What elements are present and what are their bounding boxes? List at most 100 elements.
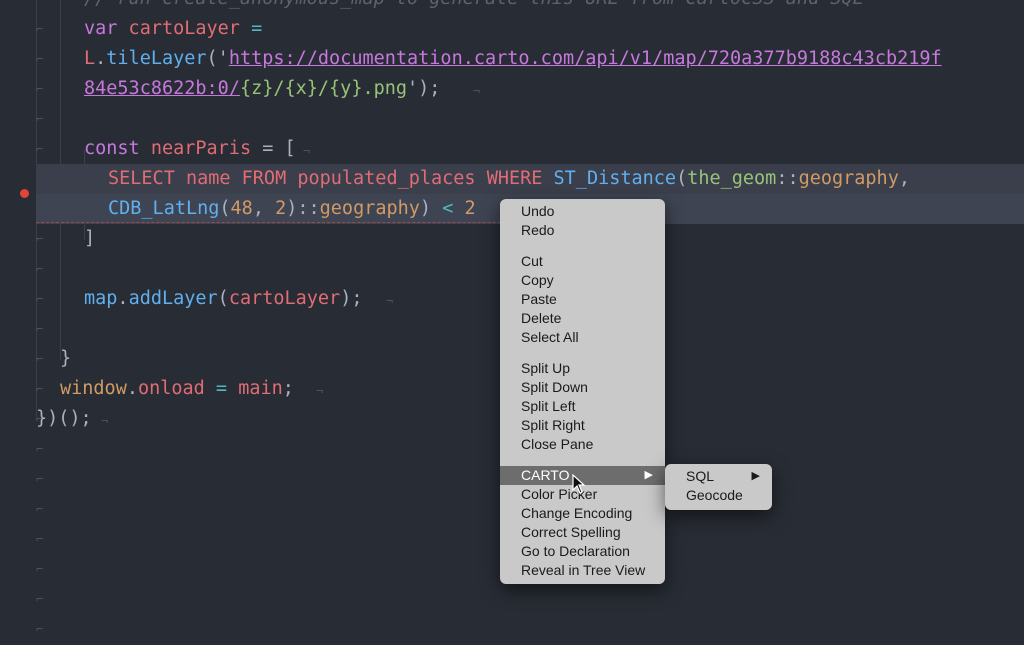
menu-item-cut[interactable]: Cut	[500, 252, 665, 271]
menu-item-change-encoding[interactable]: Change Encoding	[500, 504, 665, 523]
code-token: (	[676, 168, 688, 189]
menu-item-close-pane[interactable]: Close Pane	[500, 435, 665, 454]
code-token: tileLayer	[106, 48, 207, 69]
fold-mark-icon: ⌐	[36, 622, 44, 636]
menu-separator	[500, 347, 665, 359]
code-text: const nearParis = [	[84, 134, 296, 164]
menu-item-label: Delete	[521, 310, 562, 326]
code-token: )	[419, 198, 443, 219]
menu-item-split-right[interactable]: Split Right	[500, 416, 665, 435]
eol-mark-icon: ¬	[101, 414, 109, 428]
code-token: map	[84, 288, 118, 309]
code-token: https://documentation.carto.com/api/v1/m…	[228, 48, 942, 69]
menu-item-label: Paste	[521, 291, 557, 307]
menu-item-undo[interactable]: Undo	[500, 202, 665, 221]
code-token: );	[340, 288, 363, 309]
menu-item-paste[interactable]: Paste	[500, 290, 665, 309]
menu-item-label: Close Pane	[521, 436, 594, 452]
code-token: .	[95, 48, 107, 69]
menu-item-split-down[interactable]: Split Down	[500, 378, 665, 397]
menu-item-split-left[interactable]: Split Left	[500, 397, 665, 416]
menu-item-label: Copy	[521, 272, 554, 288]
code-line[interactable]	[0, 104, 1024, 134]
code-token: nearParis	[139, 138, 263, 159]
eol-mark-icon: ¬	[303, 144, 311, 158]
code-token: onload	[137, 378, 205, 399]
code-text: CDB_LatLng(48, 2)::geography) < 2	[108, 194, 476, 224]
menu-item-label: SQL	[686, 468, 715, 484]
code-token: ::	[776, 168, 799, 189]
code-token: main	[238, 378, 283, 399]
menu-item-label: Split Up	[521, 360, 571, 376]
menu-item-label: Go to Declaration	[521, 543, 630, 559]
menu-item-label: CARTO	[521, 467, 570, 483]
menu-item-redo[interactable]: Redo	[500, 221, 665, 240]
code-token: })();	[36, 408, 92, 429]
menu-item-label: Reveal in Tree View	[521, 562, 646, 578]
menu-separator	[500, 454, 665, 466]
code-token: the_geom	[687, 168, 777, 189]
fold-mark-icon: ⌐	[36, 442, 44, 456]
error-marker-icon[interactable]	[20, 189, 29, 198]
menu-item-label: Split Down	[521, 379, 588, 395]
menu-item-label: Split Right	[521, 417, 585, 433]
code-text: SELECT name FROM populated_places WHERE …	[108, 164, 910, 194]
code-text: }	[60, 344, 71, 374]
menu-item-delete[interactable]: Delete	[500, 309, 665, 328]
code-line[interactable]: L.tileLayer('https://documentation.carto…	[0, 44, 1024, 74]
code-token: CDB_LatLng	[108, 198, 220, 219]
menu-item-reveal-in-tree-view[interactable]: Reveal in Tree View	[500, 561, 665, 580]
code-token: // run create_anonymous_map to generate …	[84, 0, 864, 9]
code-line[interactable]: // run create_anonymous_map to generate …	[0, 0, 1024, 14]
code-text: map.addLayer(cartoLayer);	[84, 284, 362, 314]
code-token: addLayer	[128, 288, 218, 309]
code-token: SELECT name FROM populated_places WHERE	[108, 168, 554, 189]
menu-item-label: Geocode	[686, 487, 743, 503]
carto-submenu: SQL ▶ Geocode	[665, 464, 772, 510]
menu-item-correct-spelling[interactable]: Correct Spelling	[500, 523, 665, 542]
code-token: (	[219, 198, 231, 219]
code-text: // run create_anonymous_map to generate …	[84, 0, 864, 14]
code-token: (	[217, 288, 229, 309]
code-line[interactable]: var cartoLayer =	[0, 14, 1024, 44]
menu-item-label: Select All	[521, 329, 579, 345]
menu-item-select-all[interactable]: Select All	[500, 328, 665, 347]
menu-item-go-to-declaration[interactable]: Go to Declaration	[500, 542, 665, 561]
code-token: =	[204, 378, 239, 399]
fold-mark-icon: ⌐	[36, 532, 44, 546]
code-token: geography	[798, 168, 899, 189]
code-token: 48	[230, 198, 253, 219]
code-line[interactable]: SELECT name FROM populated_places WHERE …	[36, 164, 1024, 194]
submenu-item-sql[interactable]: SQL ▶	[665, 467, 772, 486]
code-token: cartoLayer	[228, 288, 341, 309]
menu-item-label: Redo	[521, 222, 555, 238]
menu-item-label: Correct Spelling	[521, 524, 621, 540]
mouse-pointer-icon	[572, 474, 586, 494]
menu-separator	[500, 240, 665, 252]
code-token: .	[117, 288, 129, 309]
code-token: =	[251, 18, 263, 39]
code-token: L	[84, 48, 96, 69]
code-token: ,	[898, 168, 910, 189]
menu-item-copy[interactable]: Copy	[500, 271, 665, 290]
menu-item-label: Split Left	[521, 398, 576, 414]
menu-item-split-up[interactable]: Split Up	[500, 359, 665, 378]
code-token: const	[84, 138, 140, 159]
code-line[interactable]: 84e53c8622b:0/{z}/{x}/{y}.png'); ¬	[0, 74, 1024, 104]
fold-mark-icon: ⌐	[36, 472, 44, 486]
code-token: .	[126, 378, 138, 399]
code-token: window	[60, 378, 127, 399]
submenu-item-geocode[interactable]: Geocode	[665, 486, 772, 505]
code-text: var cartoLayer =	[84, 14, 262, 44]
submenu-arrow-icon: ▶	[751, 470, 760, 482]
code-token: 2	[453, 198, 476, 219]
code-text: ]	[84, 224, 95, 254]
code-token: 84e53c8622b:0/	[84, 78, 240, 99]
code-token: ST_Distance	[553, 168, 677, 189]
code-token: ('	[206, 48, 229, 69]
code-text: L.tileLayer('https://documentation.carto…	[84, 44, 942, 74]
eol-mark-icon: ¬	[316, 384, 324, 398]
submenu-arrow-icon: ▶	[644, 469, 653, 481]
eol-mark-icon: ¬	[386, 294, 394, 308]
code-line[interactable]: const nearParis = [ ¬	[0, 134, 1024, 164]
